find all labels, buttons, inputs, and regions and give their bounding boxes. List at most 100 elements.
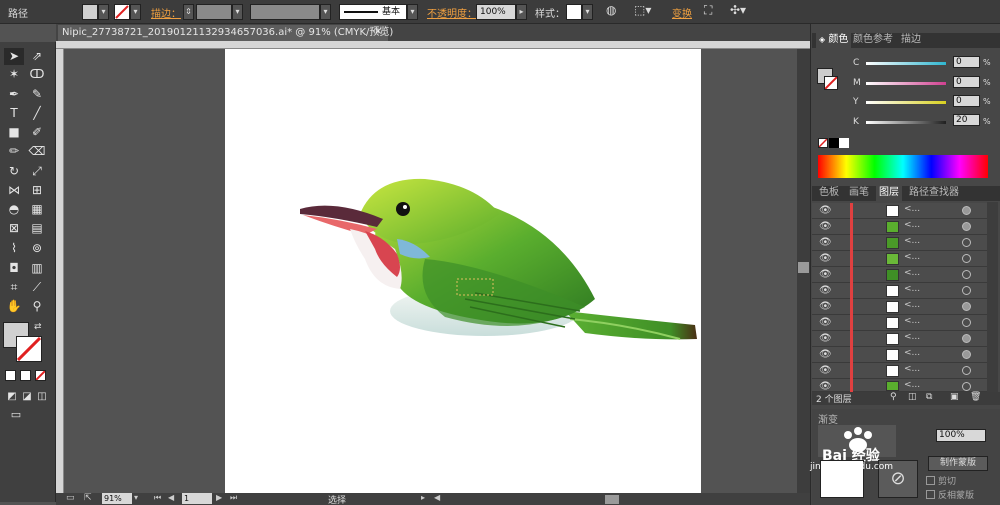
layer-row[interactable]: 👁 <...	[812, 283, 992, 299]
color-panel-stroke[interactable]	[824, 76, 838, 90]
layers-scrollbar[interactable]	[987, 202, 998, 392]
yellow-value[interactable]: 0	[953, 95, 980, 107]
pencil-tool-icon[interactable]: ✏	[4, 143, 24, 160]
none-swatch[interactable]	[818, 138, 828, 148]
tab-gradient[interactable]: 渐变	[818, 411, 838, 426]
close-icon[interactable]: ×	[374, 26, 382, 37]
vertical-scroll-thumb[interactable]	[798, 262, 809, 273]
visibility-eye-icon[interactable]: 👁	[819, 253, 832, 264]
target-icon[interactable]	[962, 318, 971, 327]
gradient-mode-icon[interactable]	[20, 370, 31, 381]
align-options-icon[interactable]: ⬚▾	[634, 3, 651, 17]
visibility-eye-icon[interactable]: 👁	[819, 269, 832, 280]
stroke-link[interactable]: 描边：	[151, 5, 181, 20]
tab-pathfinder[interactable]: 路径查找器	[906, 186, 962, 201]
fill-dropdown-icon[interactable]: ▾	[98, 4, 109, 20]
stroke-weight-field[interactable]	[196, 4, 232, 20]
draw-inside-icon[interactable]: ◫	[32, 388, 52, 405]
zoom-dropdown-icon[interactable]: ▾	[134, 493, 138, 502]
layer-row[interactable]: 👁 <...	[812, 235, 992, 251]
width-tool-icon[interactable]: ⋈	[4, 182, 24, 199]
rotate-tool-icon[interactable]: ↻	[4, 163, 24, 180]
target-icon[interactable]	[962, 222, 971, 231]
free-transform-tool-icon[interactable]: ⊞	[27, 182, 47, 199]
brush-definition[interactable]: 基本	[339, 4, 407, 20]
scale-tool-icon[interactable]: ⤢	[27, 163, 47, 180]
layer-row[interactable]: 👁 <...	[812, 379, 992, 392]
pen-tool-icon[interactable]: ✒	[4, 86, 24, 103]
black-slider[interactable]	[866, 121, 946, 124]
opacity-dropdown-icon[interactable]: ▸	[516, 4, 527, 20]
tab-stroke[interactable]: 描边	[898, 33, 924, 48]
cyan-value[interactable]: 0	[953, 56, 980, 68]
tab-brushes[interactable]: 画笔	[846, 186, 872, 201]
type-tool-icon[interactable]: T	[4, 105, 24, 122]
delete-layer-icon[interactable]: 🗑	[970, 392, 981, 402]
layer-row[interactable]: 👁 <...	[812, 363, 992, 379]
stroke-weight-stepper[interactable]: ⇕	[183, 4, 194, 20]
locate-object-icon[interactable]: ⚲	[890, 392, 897, 402]
swap-colors-icon[interactable]: ⇄	[34, 322, 42, 332]
artboard-tool-icon[interactable]: ⌗	[4, 279, 24, 296]
artboard-field[interactable]: 1	[182, 493, 212, 504]
direct-selection-tool-icon[interactable]: ⇗	[27, 48, 47, 65]
opacity-field[interactable]: 100%	[476, 4, 516, 20]
layer-row[interactable]: 👁 <...	[812, 251, 992, 267]
layer-row[interactable]: 👁 <...	[812, 219, 992, 235]
new-sublayer-icon[interactable]: ⧉	[926, 392, 932, 402]
stroke-swatch[interactable]	[114, 4, 130, 20]
horizontal-scroll-thumb[interactable]	[605, 495, 619, 504]
layer-row[interactable]: 👁 <...	[812, 331, 992, 347]
visibility-eye-icon[interactable]: 👁	[819, 333, 832, 344]
first-artboard-icon[interactable]: ⏮	[154, 493, 161, 503]
target-icon[interactable]	[962, 302, 971, 311]
yellow-slider[interactable]	[866, 101, 946, 104]
graphic-style-swatch[interactable]	[566, 4, 582, 20]
target-icon[interactable]	[962, 382, 971, 391]
eyedropper-tool-icon[interactable]: ⌇	[4, 240, 24, 257]
tab-color[interactable]: ◈ 颜色	[816, 33, 852, 48]
last-artboard-icon[interactable]: ⏭	[230, 493, 237, 503]
curvature-tool-icon[interactable]: ✎	[27, 86, 47, 103]
perspective-grid-tool-icon[interactable]: ▦	[27, 201, 47, 218]
white-swatch[interactable]	[839, 138, 849, 148]
transparency-opacity-field[interactable]: 100%	[936, 429, 986, 442]
paintbrush-tool-icon[interactable]: ✐	[27, 124, 47, 141]
cyan-slider[interactable]	[866, 62, 946, 65]
layer-row[interactable]: 👁 <...	[812, 347, 992, 363]
visibility-eye-icon[interactable]: 👁	[819, 285, 832, 296]
visibility-eye-icon[interactable]: 👁	[819, 365, 832, 376]
zoom-field[interactable]: 91%	[102, 493, 132, 504]
clip-checkbox[interactable]	[926, 476, 935, 485]
lasso-tool-icon[interactable]: ↀ	[27, 66, 47, 83]
clipping-mask-icon[interactable]: ◫	[908, 392, 917, 402]
layer-row[interactable]: 👁 <...	[812, 267, 992, 283]
next-artboard-icon[interactable]: ▶	[216, 493, 222, 502]
transform-link[interactable]: 变换	[672, 5, 692, 20]
visibility-eye-icon[interactable]: 👁	[819, 349, 832, 360]
visibility-eye-icon[interactable]: 👁	[819, 301, 832, 312]
tab-layers[interactable]: 图层	[876, 186, 902, 201]
rectangle-tool-icon[interactable]: ■	[4, 124, 24, 141]
target-icon[interactable]	[962, 350, 971, 359]
black-swatch[interactable]	[829, 138, 839, 148]
target-icon[interactable]	[962, 270, 971, 279]
none-mode-icon[interactable]	[35, 370, 46, 381]
document-tab[interactable]: Nipic_27738721_20190121132934657036.ai* …	[58, 25, 393, 41]
line-tool-icon[interactable]: ╱	[27, 105, 47, 122]
new-layer-icon[interactable]: ▣	[950, 392, 959, 402]
layer-row[interactable]: 👁 <...	[812, 299, 992, 315]
magic-wand-tool-icon[interactable]: ✶	[4, 66, 24, 83]
variable-width-profile[interactable]	[250, 4, 320, 20]
blend-tool-icon[interactable]: ⊚	[27, 240, 47, 257]
layer-row[interactable]: 👁 <...	[812, 315, 992, 331]
magenta-slider[interactable]	[866, 82, 946, 85]
tab-swatches[interactable]: 色板	[816, 186, 842, 201]
target-icon[interactable]	[962, 238, 971, 247]
tab-color-guide[interactable]: 颜色参考	[850, 33, 896, 48]
layer-row[interactable]: 👁 <...	[812, 203, 992, 219]
mesh-tool-icon[interactable]: ⊠	[4, 220, 24, 237]
more-options-icon[interactable]: ✣▾	[730, 3, 746, 17]
previous-artboard-icon[interactable]: ◀	[168, 493, 174, 502]
target-icon[interactable]	[962, 206, 971, 215]
